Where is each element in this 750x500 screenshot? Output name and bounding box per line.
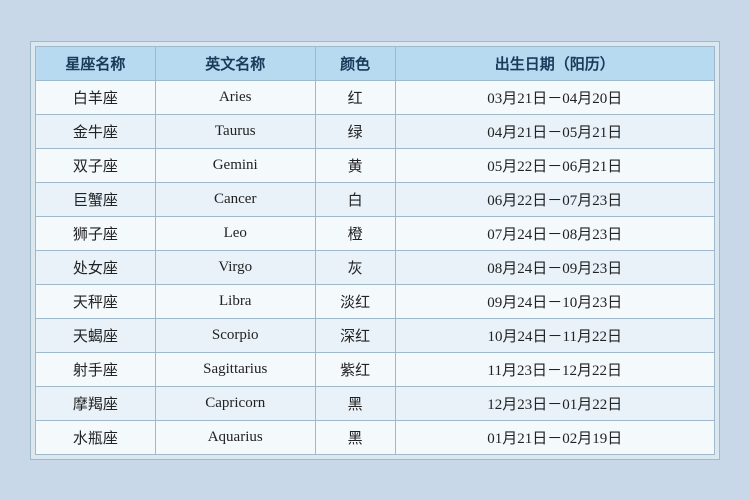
cell-cn: 射手座 [36, 352, 156, 386]
cell-cn: 天蝎座 [36, 318, 156, 352]
cell-color: 黄 [315, 148, 395, 182]
cell-color: 黑 [315, 420, 395, 454]
cell-color: 白 [315, 182, 395, 216]
cell-en: Gemini [155, 148, 315, 182]
cell-cn: 摩羯座 [36, 386, 156, 420]
cell-en: Scorpio [155, 318, 315, 352]
table-row: 水瓶座Aquarius黑01月21日－02月19日 [36, 420, 715, 454]
table-row: 白羊座Aries红03月21日－04月20日 [36, 80, 715, 114]
cell-en: Leo [155, 216, 315, 250]
table-row: 金牛座Taurus绿04月21日－05月21日 [36, 114, 715, 148]
cell-date: 10月24日－11月22日 [395, 318, 714, 352]
cell-en: Taurus [155, 114, 315, 148]
cell-color: 紫红 [315, 352, 395, 386]
cell-en: Virgo [155, 250, 315, 284]
header-color: 颜色 [315, 46, 395, 80]
cell-cn: 天秤座 [36, 284, 156, 318]
table-row: 处女座Virgo灰08月24日－09月23日 [36, 250, 715, 284]
cell-color: 绿 [315, 114, 395, 148]
header-cn: 星座名称 [36, 46, 156, 80]
cell-color: 橙 [315, 216, 395, 250]
cell-cn: 处女座 [36, 250, 156, 284]
cell-cn: 巨蟹座 [36, 182, 156, 216]
cell-en: Capricorn [155, 386, 315, 420]
cell-en: Aquarius [155, 420, 315, 454]
cell-cn: 水瓶座 [36, 420, 156, 454]
cell-color: 黑 [315, 386, 395, 420]
cell-date: 12月23日－01月22日 [395, 386, 714, 420]
cell-date: 08月24日－09月23日 [395, 250, 714, 284]
cell-date: 05月22日－06月21日 [395, 148, 714, 182]
table-row: 双子座Gemini黄05月22日－06月21日 [36, 148, 715, 182]
table-row: 天秤座Libra淡红09月24日－10月23日 [36, 284, 715, 318]
cell-en: Cancer [155, 182, 315, 216]
cell-date: 03月21日－04月20日 [395, 80, 714, 114]
cell-date: 11月23日－12月22日 [395, 352, 714, 386]
cell-cn: 双子座 [36, 148, 156, 182]
table-row: 摩羯座Capricorn黑12月23日－01月22日 [36, 386, 715, 420]
cell-en: Libra [155, 284, 315, 318]
cell-date: 04月21日－05月21日 [395, 114, 714, 148]
cell-color: 灰 [315, 250, 395, 284]
cell-date: 09月24日－10月23日 [395, 284, 714, 318]
cell-en: Aries [155, 80, 315, 114]
cell-color: 红 [315, 80, 395, 114]
table-header-row: 星座名称 英文名称 颜色 出生日期（阳历） [36, 46, 715, 80]
table-row: 射手座Sagittarius紫红11月23日－12月22日 [36, 352, 715, 386]
cell-date: 07月24日－08月23日 [395, 216, 714, 250]
zodiac-table: 星座名称 英文名称 颜色 出生日期（阳历） 白羊座Aries红03月21日－04… [35, 46, 715, 455]
cell-cn: 狮子座 [36, 216, 156, 250]
cell-en: Sagittarius [155, 352, 315, 386]
cell-date: 01月21日－02月19日 [395, 420, 714, 454]
zodiac-table-wrapper: 星座名称 英文名称 颜色 出生日期（阳历） 白羊座Aries红03月21日－04… [30, 41, 720, 460]
header-en: 英文名称 [155, 46, 315, 80]
cell-color: 淡红 [315, 284, 395, 318]
cell-cn: 白羊座 [36, 80, 156, 114]
header-date: 出生日期（阳历） [395, 46, 714, 80]
table-row: 狮子座Leo橙07月24日－08月23日 [36, 216, 715, 250]
cell-color: 深红 [315, 318, 395, 352]
cell-cn: 金牛座 [36, 114, 156, 148]
table-row: 天蝎座Scorpio深红10月24日－11月22日 [36, 318, 715, 352]
cell-date: 06月22日－07月23日 [395, 182, 714, 216]
table-row: 巨蟹座Cancer白06月22日－07月23日 [36, 182, 715, 216]
